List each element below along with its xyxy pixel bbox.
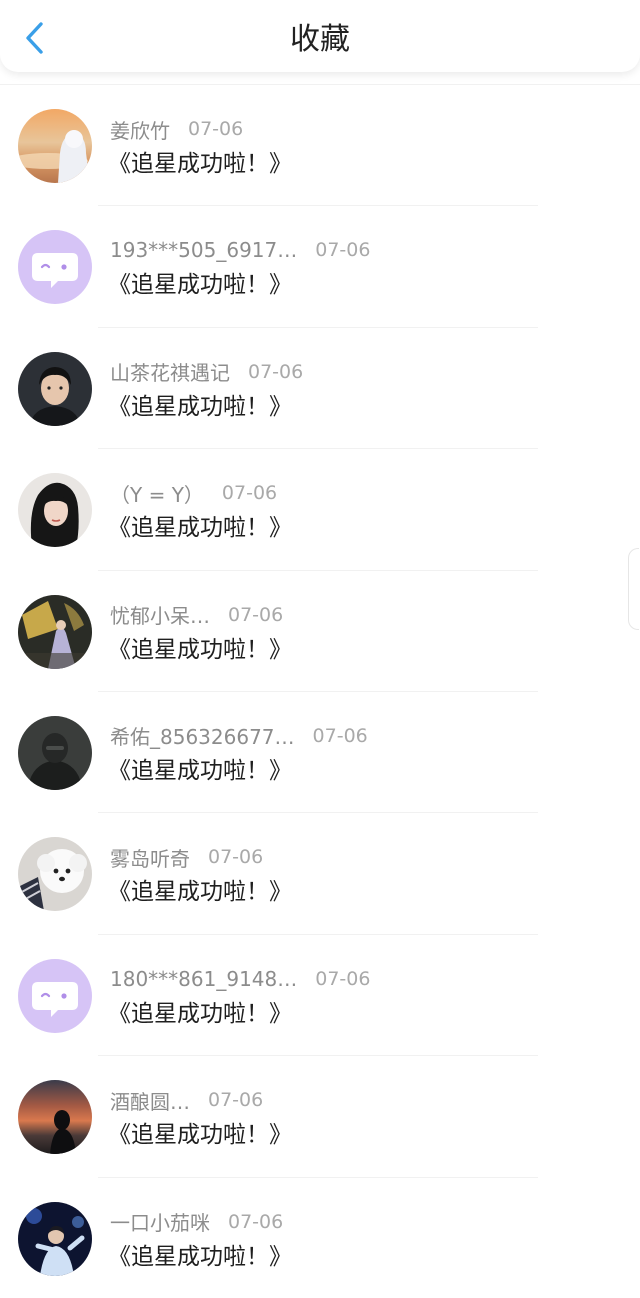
avatar[interactable] <box>18 594 92 669</box>
post-title: 《追星成功啦！》 <box>108 1000 292 1027</box>
post-date: 07-06 <box>248 360 304 383</box>
post-title: 《追星成功啦！》 <box>108 1243 292 1270</box>
list-item[interactable]: 一口小茄咪 07-06 《追星成功啦！》 <box>0 1178 640 1298</box>
post-title: 《追星成功啦！》 <box>108 757 292 784</box>
avatar[interactable] <box>18 837 92 912</box>
avatar[interactable] <box>18 351 92 426</box>
post-title: 《追星成功啦！》 <box>108 1122 292 1149</box>
post-date: 07-06 <box>228 1210 284 1233</box>
user-name: 193***505_6917… <box>110 238 298 263</box>
favorites-list: 姜欣竹 07-06 《追星成功啦！》 193***505_6917… 07-06… <box>0 84 640 1298</box>
list-item[interactable]: （Y = Y） 07-06 《追星成功啦！》 <box>0 449 640 571</box>
avatar[interactable] <box>18 1080 92 1155</box>
post-title: 《追星成功啦！》 <box>108 636 292 663</box>
favorites-page: 收藏 姜欣竹 07-06 《追星成功啦！》 193***505_6917… 07… <box>0 0 640 1298</box>
post-date: 07-06 <box>312 724 368 747</box>
post-date: 07-06 <box>221 482 278 505</box>
post-date: 07-06 <box>208 1089 264 1112</box>
post-title: 《追星成功啦！》 <box>108 272 292 299</box>
post-title: 《追星成功啦！》 <box>108 151 292 177</box>
user-name: 山茶花祺遇记 <box>110 361 230 386</box>
user-name: 希佑_856326677… <box>110 725 295 750</box>
avatar[interactable] <box>18 1201 92 1276</box>
list-item[interactable]: 雾岛听奇 07-06 《追星成功啦！》 <box>0 813 640 935</box>
post-date: 07-06 <box>315 239 371 262</box>
post-date: 07-06 <box>228 603 284 626</box>
avatar[interactable] <box>18 958 92 1033</box>
list-item[interactable]: 酒酿圆… 07-06 《追星成功啦！》 <box>0 1056 640 1178</box>
post-date: 07-06 <box>208 846 264 869</box>
post-title: 《追星成功啦！》 <box>108 393 292 420</box>
list-item[interactable]: 193***505_6917… 07-06 《追星成功啦！》 <box>0 206 640 328</box>
top-bar: 收藏 <box>0 0 640 72</box>
list-item[interactable]: 忧郁小呆… 07-06 《追星成功啦！》 <box>0 571 640 692</box>
scroll-indicator[interactable] <box>628 548 639 630</box>
user-name: 180***861_9148… <box>110 966 298 991</box>
post-date: 07-06 <box>188 118 244 140</box>
avatar[interactable] <box>18 473 92 548</box>
avatar[interactable] <box>18 715 92 790</box>
user-name: 雾岛听奇 <box>110 846 190 871</box>
post-date: 07-06 <box>315 967 371 990</box>
page-title: 收藏 <box>290 22 350 57</box>
user-name: 一口小茄咪 <box>110 1211 210 1236</box>
avatar[interactable] <box>18 230 92 305</box>
user-name: 酒酿圆… <box>110 1089 190 1114</box>
list-item[interactable]: 山茶花祺遇记 07-06 《追星成功啦！》 <box>0 328 640 450</box>
list-item[interactable]: 姜欣竹 07-06 《追星成功啦！》 <box>0 84 640 207</box>
avatar[interactable] <box>18 109 92 183</box>
user-name: 忧郁小呆… <box>110 604 210 629</box>
post-title: 《追星成功啦！》 <box>108 879 292 906</box>
user-name: （Y = Y） <box>110 482 204 507</box>
list-item[interactable]: 180***861_9148… 07-06 《追星成功啦！》 <box>0 935 640 1057</box>
user-name: 姜欣竹 <box>110 118 170 143</box>
list-item[interactable]: 希佑_856326677… 07-06 《追星成功啦！》 <box>0 692 640 814</box>
post-title: 《追星成功啦！》 <box>108 515 292 542</box>
